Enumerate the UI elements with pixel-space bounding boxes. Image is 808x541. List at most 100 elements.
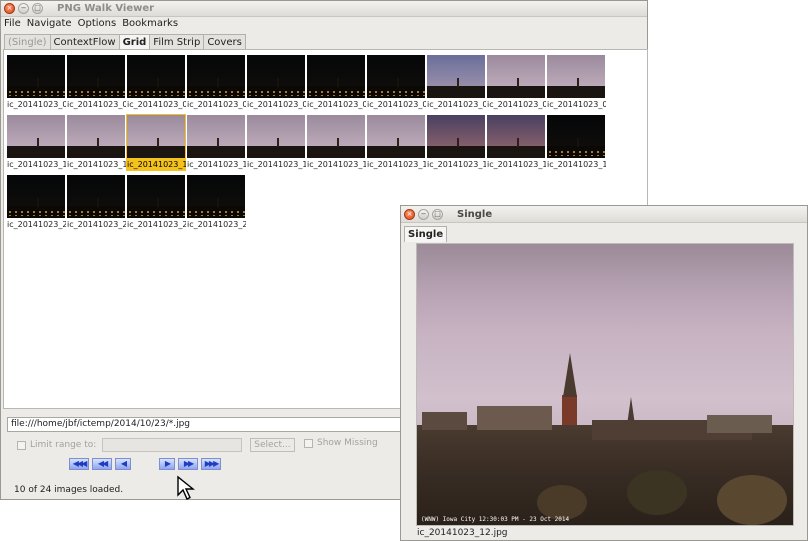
thumbnail-image[interactable]: [367, 115, 425, 158]
thumbnail-cell[interactable]: ic_20141023_08: [486, 54, 546, 114]
limit-range-checkbox[interactable]: [17, 440, 26, 450]
thumbnail-cell[interactable]: ic_20141023_21: [66, 174, 126, 234]
thumbnail-image[interactable]: [7, 115, 65, 158]
maximize-window-button[interactable]: □: [32, 3, 43, 14]
thumbnail-cell[interactable]: ic_20141023_01: [66, 54, 126, 114]
thumbnail-cell[interactable]: ic_20141023_04: [246, 54, 306, 114]
thumbnail-cell[interactable]: ic_20141023_03: [186, 54, 246, 114]
thumbnail-caption: ic_20141023_09: [547, 100, 606, 109]
thumbnail-image[interactable]: [247, 55, 305, 98]
single-window-title: Single: [457, 208, 493, 220]
thumbnail-cell[interactable]: ic_20141023_02: [126, 54, 186, 114]
tab-single-view[interactable]: Single: [404, 226, 448, 242]
menu-bookmarks[interactable]: Bookmarks: [122, 18, 178, 29]
first-button[interactable]: ◀◀◀: [69, 458, 89, 470]
close-window-button[interactable]: ×: [4, 3, 15, 14]
thumbnail-lights: [127, 90, 185, 96]
path-input[interactable]: file:///home/jbf/ictemp/2014/10/23/*.jpg: [7, 417, 403, 432]
thumbnail-image[interactable]: [126, 114, 186, 160]
thumbnail-cell[interactable]: ic_20141023_13: [186, 114, 246, 174]
forward-nav-buttons: ▶ ▶▶ ▶▶▶: [159, 458, 224, 470]
page-back-button[interactable]: ◀◀: [92, 458, 112, 470]
single-minimize-button[interactable]: −: [418, 208, 429, 220]
single-tabs: Single: [404, 226, 448, 242]
range-input[interactable]: [102, 438, 243, 452]
thumbnail-image[interactable]: [547, 55, 605, 98]
title-bar[interactable]: × − □ PNG Walk Viewer: [1, 1, 647, 17]
thumbnail-image[interactable]: [247, 115, 305, 158]
thumbnail-cell[interactable]: ic_20141023_10: [6, 114, 66, 174]
thumbnail-lights: [7, 90, 65, 96]
thumbnail-cell[interactable]: ic_20141023_18: [486, 114, 546, 174]
show-missing-checkbox[interactable]: [304, 438, 313, 448]
thumbnail-image[interactable]: [7, 55, 65, 98]
menu-file[interactable]: File: [4, 18, 21, 29]
photo-tree: [627, 470, 687, 515]
thumbnail-image[interactable]: [67, 115, 125, 158]
window-title: PNG Walk Viewer: [57, 3, 155, 14]
thumbnail-cell[interactable]: ic_20141023_11: [66, 114, 126, 174]
thumbnail-image[interactable]: [7, 175, 65, 218]
thumbnail-lights: [547, 150, 605, 156]
thumbnail-caption: ic_20141023_13: [187, 160, 246, 169]
thumbnail-cell[interactable]: ic_20141023_09: [546, 54, 606, 114]
tab-contextflow[interactable]: ContextFlow: [49, 34, 120, 50]
thumbnail-caption: ic_20141023_11: [67, 160, 126, 169]
thumbnail-image[interactable]: [307, 55, 365, 98]
tab-grid[interactable]: Grid: [118, 34, 151, 50]
minimize-window-button[interactable]: −: [18, 3, 29, 14]
thumbnail-cell[interactable]: ic_20141023_22: [126, 174, 186, 234]
thumbnail-lights: [67, 210, 125, 216]
thumbnail-steeple: [457, 78, 459, 87]
thumbnail-image[interactable]: [307, 115, 365, 158]
thumbnail-caption: ic_20141023_05: [307, 100, 366, 109]
thumbnail-steeple: [337, 138, 339, 147]
back-nav-buttons: ◀◀◀ ◀◀ ◀: [69, 458, 134, 470]
tab-film-strip[interactable]: Film Strip: [149, 34, 205, 50]
thumbnail-image[interactable]: [67, 55, 125, 98]
last-button[interactable]: ▶▶▶: [201, 458, 221, 470]
thumbnail-image[interactable]: [127, 55, 185, 98]
thumbnail-cell[interactable]: ic_20141023_16: [366, 114, 426, 174]
thumbnail-caption: ic_20141023_16: [367, 160, 426, 169]
thumbnail-cell[interactable]: ic_20141023_06: [366, 54, 426, 114]
prev-button[interactable]: ◀: [115, 458, 131, 470]
thumbnail-cell[interactable]: ic_20141023_14: [246, 114, 306, 174]
thumbnail-cell[interactable]: ic_20141023_17: [426, 114, 486, 174]
menu-navigate[interactable]: Navigate: [27, 18, 72, 29]
tab-covers[interactable]: Covers: [203, 34, 246, 50]
single-close-button[interactable]: ×: [404, 208, 415, 220]
thumbnail-cell[interactable]: ic_20141023_07: [426, 54, 486, 114]
thumbnail-cell[interactable]: ic_20141023_15: [306, 114, 366, 174]
view-tabs: (Single) ContextFlow Grid Film Strip Cov…: [4, 34, 246, 50]
thumbnail-image[interactable]: [187, 175, 245, 218]
thumbnail-cell[interactable]: ic_20141023_23: [186, 174, 246, 234]
thumbnail-image[interactable]: [187, 115, 245, 158]
single-maximize-button[interactable]: □: [432, 208, 443, 220]
thumbnail-caption: ic_20141023_04: [247, 100, 306, 109]
menu-options[interactable]: Options: [78, 18, 117, 29]
thumbnail-cell[interactable]: ic_20141023_19: [546, 114, 606, 174]
thumbnail-image[interactable]: [67, 175, 125, 218]
single-view-window: × − □ Single Single (WNW) Iowa City 12:3…: [400, 205, 808, 541]
thumbnail-steeple: [157, 138, 159, 147]
thumbnail-image[interactable]: [427, 55, 485, 98]
thumbnail-image[interactable]: [187, 55, 245, 98]
thumbnail-image[interactable]: [367, 55, 425, 98]
thumbnail-cell[interactable]: ic_20141023_00: [6, 54, 66, 114]
thumbnail-image[interactable]: [487, 55, 545, 98]
thumbnail-image[interactable]: [487, 115, 545, 158]
photo-tree: [537, 485, 587, 520]
thumbnail-image[interactable]: [127, 175, 185, 218]
select-button[interactable]: Select...: [250, 438, 295, 452]
next-button[interactable]: ▶: [159, 458, 175, 470]
status-text: 10 of 24 images loaded.: [14, 485, 124, 495]
thumbnail-cell[interactable]: ic_20141023_05: [306, 54, 366, 114]
thumbnail-image[interactable]: [427, 115, 485, 158]
thumbnail-cell[interactable]: ic_20141023_20: [6, 174, 66, 234]
single-title-bar[interactable]: × − □ Single: [401, 206, 807, 223]
thumbnail-steeple: [397, 78, 399, 87]
page-forward-button[interactable]: ▶▶: [178, 458, 198, 470]
thumbnail-image[interactable]: [547, 115, 605, 158]
thumbnail-cell[interactable]: ic_20141023_12: [126, 114, 186, 174]
